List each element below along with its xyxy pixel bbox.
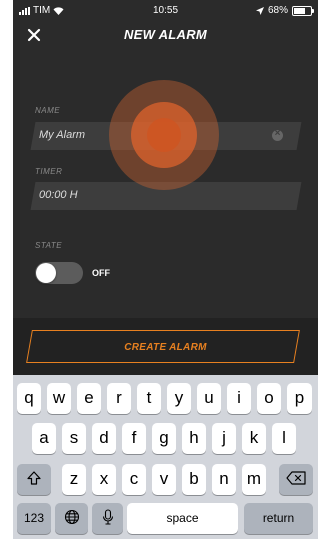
numbers-key[interactable]: 123 bbox=[17, 503, 51, 534]
globe-icon bbox=[64, 509, 79, 525]
key-a[interactable]: a bbox=[32, 423, 56, 454]
timer-value: 00:00 H bbox=[39, 189, 78, 201]
dictation-key[interactable] bbox=[92, 503, 123, 534]
status-bar: TIM 10:55 68% bbox=[13, 0, 318, 20]
key-r[interactable]: r bbox=[107, 383, 131, 414]
page-title: NEW ALARM bbox=[123, 27, 208, 42]
battery-fill bbox=[294, 7, 305, 14]
delete-key[interactable] bbox=[279, 464, 313, 495]
state-toggle[interactable] bbox=[35, 262, 83, 284]
key-y[interactable]: y bbox=[167, 383, 191, 414]
key-z[interactable]: z bbox=[62, 464, 86, 495]
key-b[interactable]: b bbox=[182, 464, 206, 495]
timer-label: TIMER bbox=[35, 167, 63, 176]
toggle-knob bbox=[36, 263, 56, 283]
backspace-icon bbox=[286, 471, 306, 485]
state-toggle-text: OFF bbox=[92, 268, 110, 278]
status-right: 68% bbox=[255, 5, 314, 16]
microphone-icon bbox=[102, 509, 113, 525]
app-screen: TIM 10:55 68% NEW ALARM NAME My Alarm TI… bbox=[13, 0, 318, 539]
key-p[interactable]: p bbox=[287, 383, 312, 414]
key-v[interactable]: v bbox=[152, 464, 176, 495]
key-d[interactable]: d bbox=[92, 423, 116, 454]
clear-icon[interactable] bbox=[272, 128, 283, 141]
key-x[interactable]: x bbox=[92, 464, 116, 495]
key-t[interactable]: t bbox=[137, 383, 161, 414]
name-label: NAME bbox=[35, 106, 61, 115]
key-u[interactable]: u bbox=[197, 383, 221, 414]
battery-icon bbox=[292, 5, 314, 16]
key-g[interactable]: g bbox=[152, 423, 176, 454]
key-c[interactable]: c bbox=[122, 464, 146, 495]
create-section: CREATE ALARM bbox=[13, 318, 318, 375]
state-label: STATE bbox=[35, 241, 63, 250]
space-key[interactable]: space bbox=[127, 503, 238, 534]
header: NEW ALARM bbox=[13, 20, 318, 50]
key-i[interactable]: i bbox=[227, 383, 251, 414]
name-value: My Alarm bbox=[39, 129, 86, 141]
key-l[interactable]: l bbox=[272, 423, 296, 454]
key-w[interactable]: w bbox=[47, 383, 71, 414]
globe-key[interactable] bbox=[55, 503, 88, 534]
key-m[interactable]: m bbox=[242, 464, 266, 495]
battery-percent: 68% bbox=[267, 5, 288, 16]
create-alarm-label: CREATE ALARM bbox=[124, 342, 207, 353]
return-key[interactable]: return bbox=[244, 503, 313, 534]
key-f[interactable]: f bbox=[122, 423, 146, 454]
key-n[interactable]: n bbox=[212, 464, 236, 495]
touch-ripple-inner bbox=[147, 118, 181, 152]
key-h[interactable]: h bbox=[182, 423, 206, 454]
key-q[interactable]: q bbox=[17, 383, 41, 414]
key-k[interactable]: k bbox=[242, 423, 266, 454]
key-s[interactable]: s bbox=[62, 423, 86, 454]
key-e[interactable]: e bbox=[77, 383, 101, 414]
key-j[interactable]: j bbox=[212, 423, 236, 454]
location-icon bbox=[255, 6, 264, 15]
shift-icon bbox=[27, 471, 41, 485]
shift-key[interactable] bbox=[17, 464, 51, 495]
keyboard: q w e r t y u i o p a s d f g h j k l z … bbox=[13, 375, 318, 539]
key-o[interactable]: o bbox=[257, 383, 281, 414]
